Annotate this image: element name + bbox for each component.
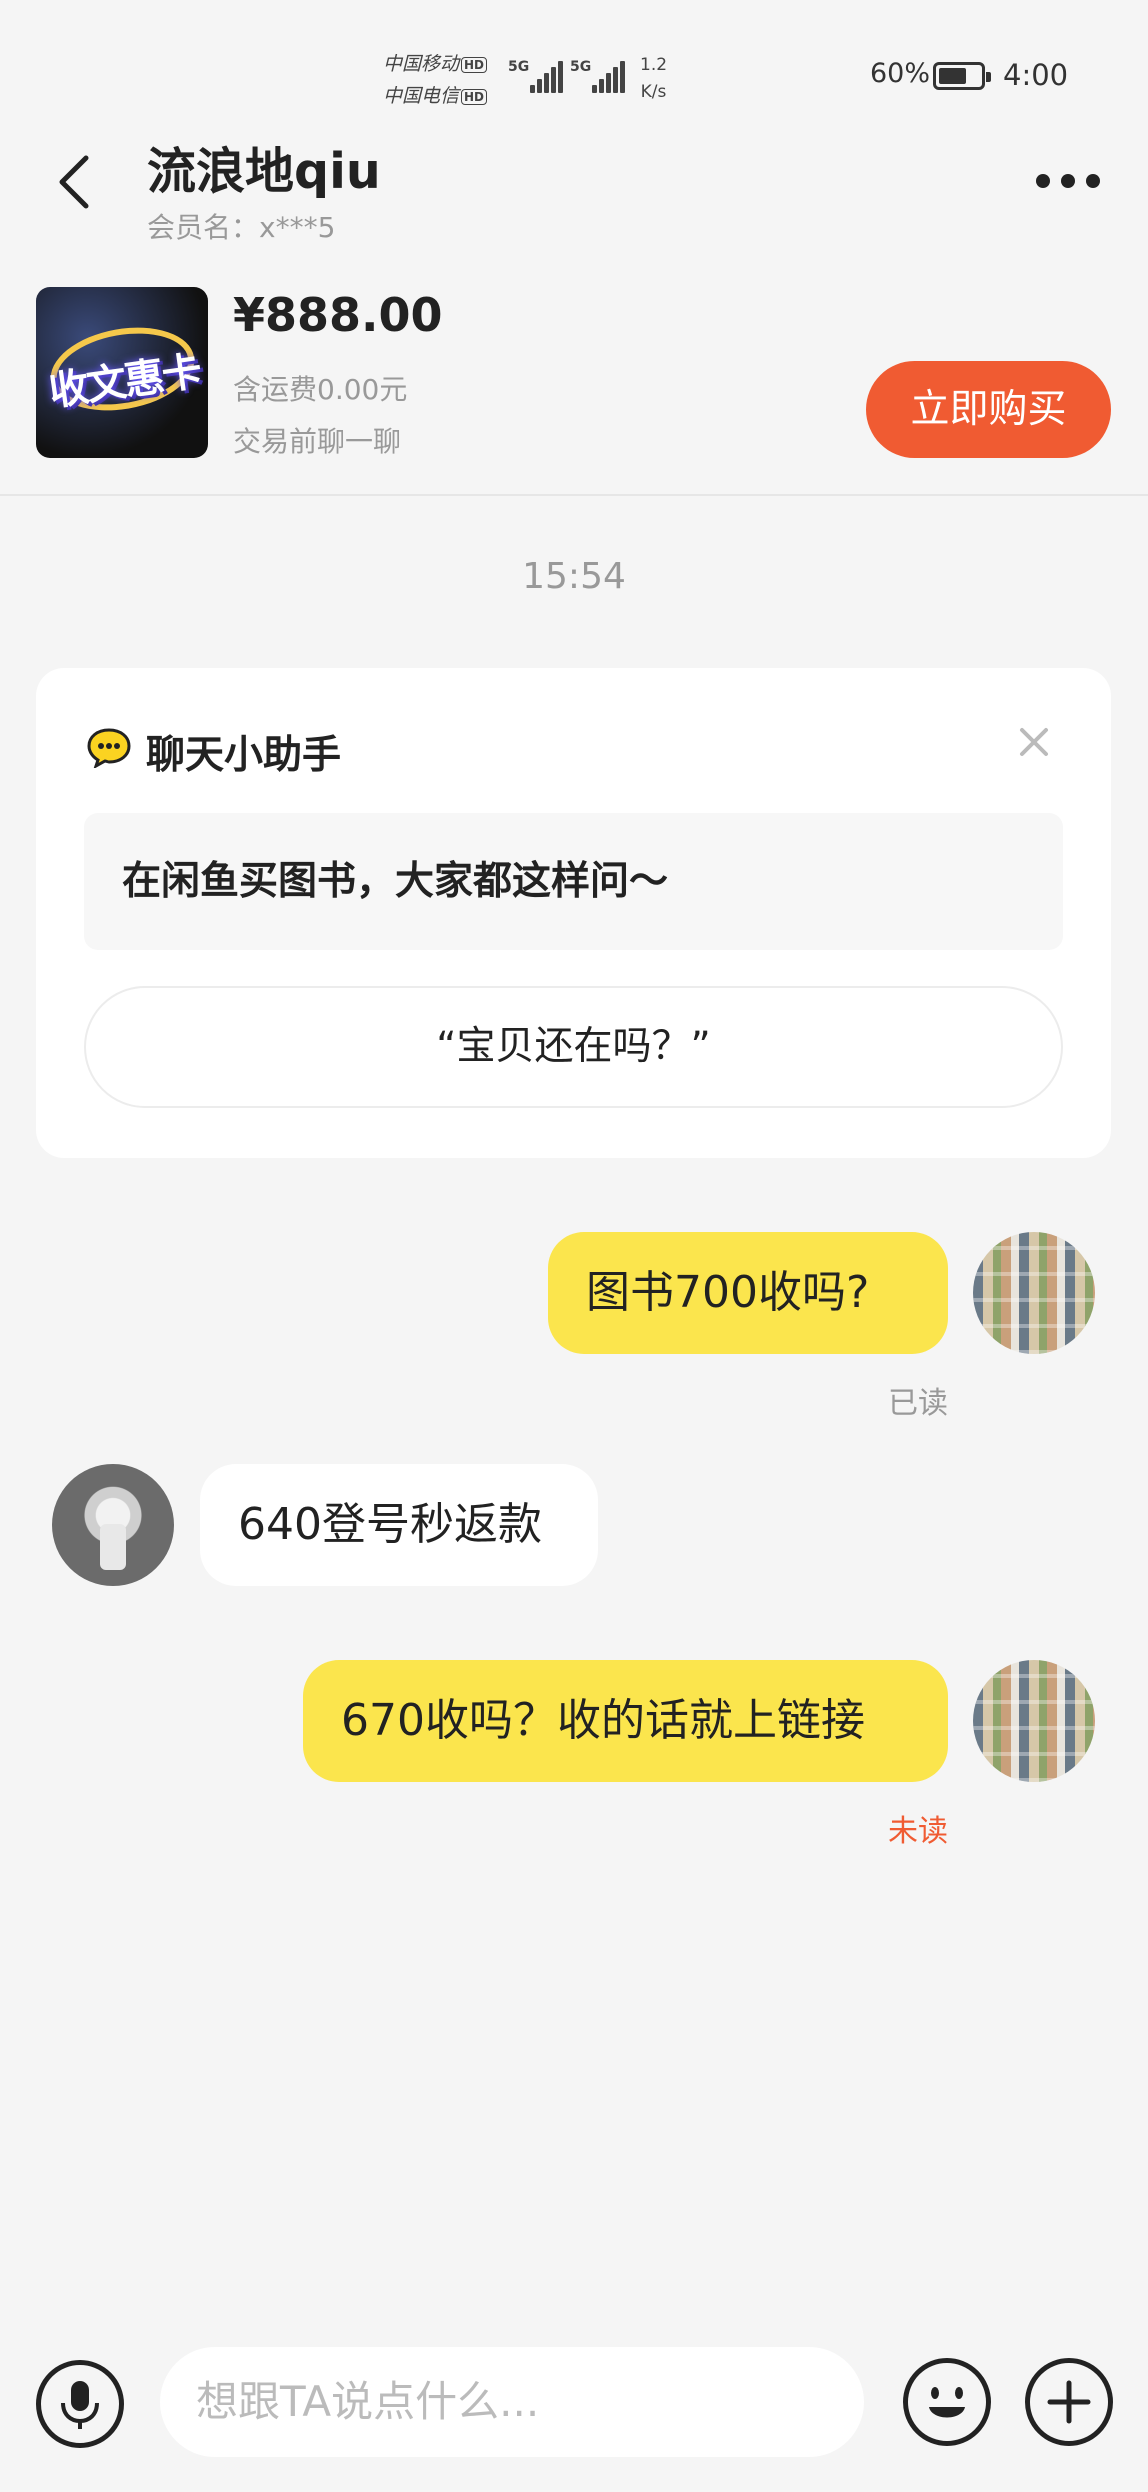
- microphone-icon[interactable]: [36, 2360, 124, 2448]
- chat-title: 流浪地qiu: [147, 143, 381, 200]
- seller-avatar[interactable]: [52, 1464, 174, 1586]
- add-icon[interactable]: [1025, 2358, 1113, 2446]
- member-name: 会员名：x***5: [147, 211, 336, 244]
- my-avatar[interactable]: [973, 1660, 1095, 1782]
- back-icon[interactable]: [52, 152, 102, 212]
- carrier-info: 中国移动 HD 中国电信 HD: [383, 48, 488, 112]
- suggested-question-button[interactable]: “宝贝还在吗？”: [84, 986, 1063, 1108]
- unread-status: 未读: [888, 1814, 948, 1849]
- network-type-2: 5G: [570, 59, 592, 75]
- chat-assistant-card: 聊天小助手 在闲鱼买图书，大家都这样问～ “宝贝还在吗？”: [36, 668, 1111, 1158]
- my-avatar[interactable]: [973, 1232, 1095, 1354]
- hd-badge-1: HD: [461, 56, 488, 73]
- message-bubble-mine[interactable]: 图书700收吗?: [548, 1232, 948, 1354]
- message-bubble-theirs[interactable]: 640登号秒返款: [200, 1464, 598, 1586]
- shipping-fee: 含运费0.00元: [233, 373, 408, 406]
- emoji-icon[interactable]: [903, 2358, 991, 2446]
- assistant-title: 聊天小助手: [146, 733, 342, 778]
- network-speed-unit: K/s: [640, 82, 667, 102]
- message-input[interactable]: 想跟TA说点什么...: [160, 2347, 864, 2457]
- carrier-1: 中国移动: [383, 53, 460, 75]
- network-type-1: 5G: [508, 59, 530, 75]
- close-icon[interactable]: [1014, 722, 1054, 762]
- message-bubble-mine[interactable]: 670收吗？收的话就上链接: [303, 1660, 948, 1782]
- network-speed: 1.2 K/s: [640, 52, 667, 106]
- pre-trade-note: 交易前聊一聊: [233, 425, 402, 458]
- carrier-2: 中国电信: [383, 85, 460, 107]
- divider: [0, 494, 1148, 496]
- assistant-hint: 在闲鱼买图书，大家都这样问～: [84, 813, 1063, 950]
- product-thumbnail[interactable]: 收文惠卡: [36, 287, 208, 458]
- chat-bubble-icon: [86, 728, 132, 770]
- message-timestamp: 15:54: [522, 556, 626, 597]
- buy-now-button[interactable]: 立即购买: [866, 361, 1111, 458]
- read-status: 已读: [888, 1386, 948, 1421]
- product-price: ¥888.00: [233, 288, 443, 342]
- hd-badge-2: HD: [461, 88, 488, 105]
- status-bar: 中国移动 HD 中国电信 HD 5G 5G 1.2 K/s 60% 4:00: [0, 0, 1148, 150]
- network-speed-value: 1.2: [640, 55, 668, 75]
- clock: 4:00: [1003, 58, 1069, 92]
- battery-percent: 60%: [870, 58, 931, 89]
- more-icon[interactable]: [1036, 170, 1100, 194]
- battery-icon: [933, 62, 991, 90]
